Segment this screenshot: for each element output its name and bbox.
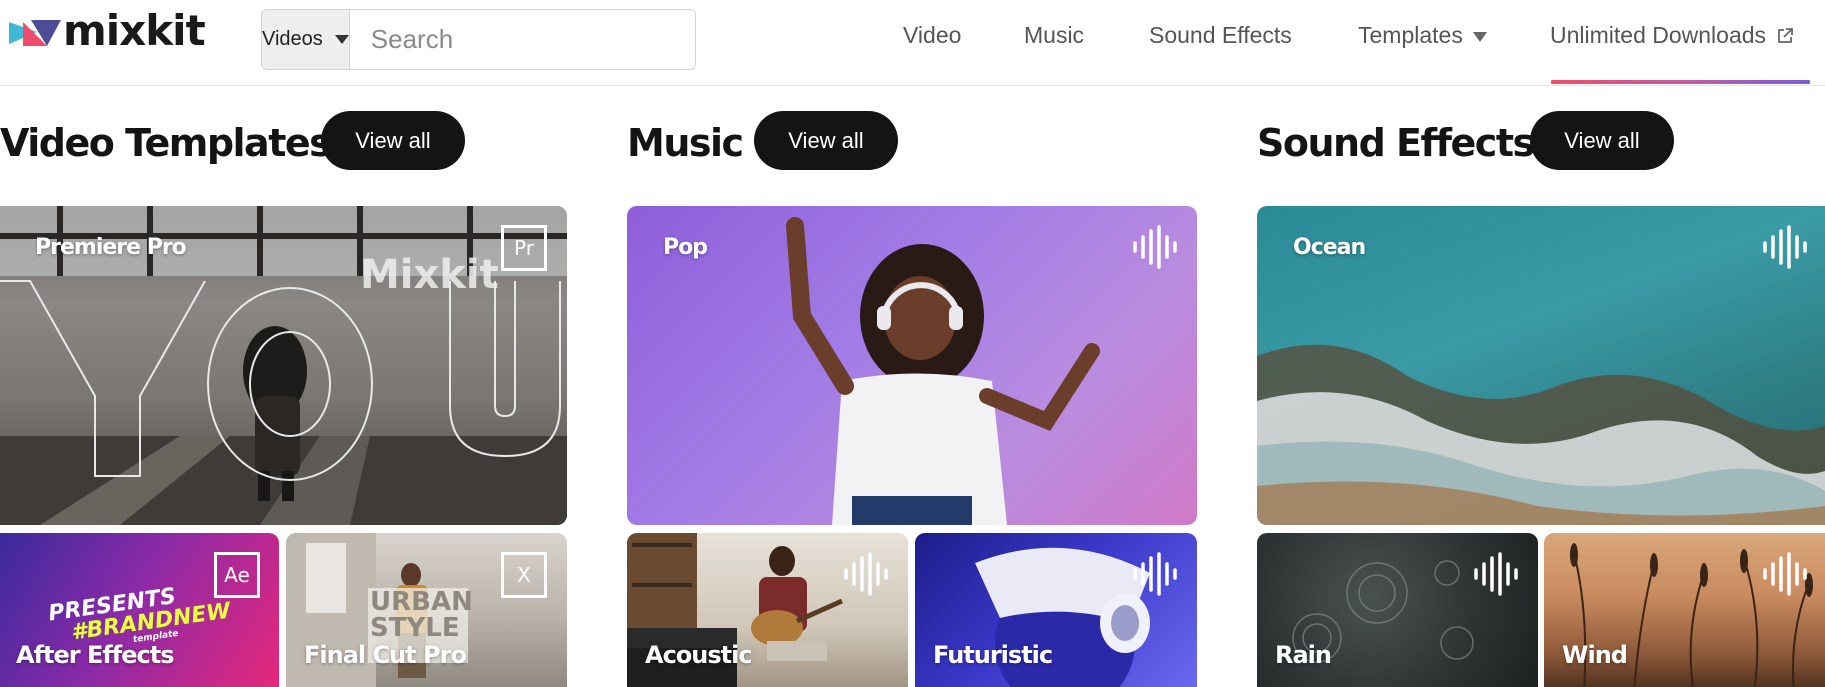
card-label-pop: Pop (663, 235, 708, 260)
premiere-pro-badge-icon: Pr (501, 225, 547, 271)
card-label-rain: Rain (1275, 641, 1332, 669)
nav-video[interactable]: Video (903, 22, 961, 49)
art-line-1: URBAN (370, 587, 473, 617)
section-title-video-templates: Video Templates (0, 121, 332, 165)
card-label-final-cut-pro: Final Cut Pro (304, 641, 467, 669)
card-pop[interactable] (627, 206, 1197, 525)
nav-unlimited-label: Unlimited Downloads (1550, 22, 1767, 48)
nav-templates-label: Templates (1358, 22, 1463, 48)
card-label-futuristic: Futuristic (933, 641, 1053, 669)
nav-unlimited-downloads[interactable]: Unlimited Downloads (1550, 22, 1794, 49)
final-cut-art-text: URBAN STYLE (370, 589, 473, 641)
nav-sound-effects[interactable]: Sound Effects (1149, 22, 1292, 49)
view-all-music-button[interactable]: View all (754, 111, 898, 170)
waveform-icon (1474, 552, 1518, 596)
site-header: mixkit Videos Video Music Sound Effects … (0, 0, 1825, 86)
waveform-icon (1763, 225, 1807, 269)
art-line-2: STYLE (370, 613, 460, 643)
waveform-icon (1763, 552, 1807, 596)
card-label-wind: Wind (1562, 641, 1628, 669)
waveform-icon (844, 552, 888, 596)
waveform-icon (1133, 552, 1177, 596)
card-label-ocean: Ocean (1293, 235, 1366, 260)
card-label-acoustic: Acoustic (645, 641, 753, 669)
final-cut-pro-badge-icon: X (501, 552, 547, 598)
waveform-icon (1133, 225, 1177, 269)
overlay-text: Mixkit (360, 252, 499, 298)
view-all-sound-effects-button[interactable]: View all (1530, 111, 1674, 170)
active-nav-underline (1551, 80, 1810, 84)
nav-music[interactable]: Music (1024, 22, 1084, 49)
main-nav: Video Music Sound Effects Templates Unli… (0, 22, 1825, 62)
view-all-video-templates-button[interactable]: View all (321, 111, 465, 170)
card-label-after-effects: After Effects (16, 641, 174, 669)
card-label-premiere-pro: Premiere Pro (35, 235, 187, 260)
external-link-icon (1778, 27, 1793, 43)
after-effects-badge-icon: Ae (214, 552, 260, 598)
pop-art (786, 217, 1100, 525)
nav-templates[interactable]: Templates (1358, 22, 1487, 49)
section-title-sound-effects: Sound Effects (1257, 121, 1535, 165)
dropdown-caret-icon (1472, 31, 1487, 42)
section-title-music: Music (627, 121, 744, 165)
